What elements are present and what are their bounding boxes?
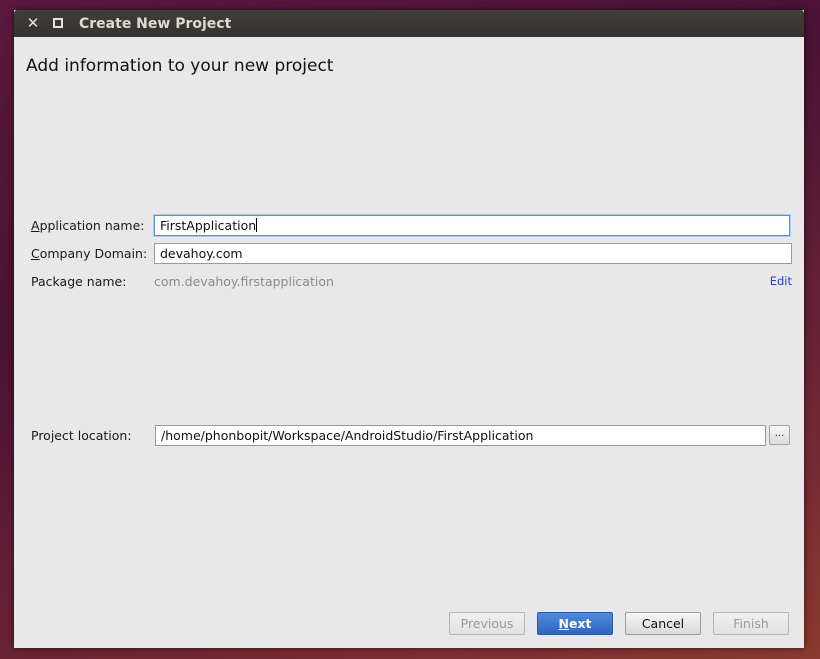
text-caret [256, 218, 258, 232]
package-name-label: Package name: [31, 274, 127, 289]
create-project-dialog: ✕ Create New Project Add information to … [14, 10, 804, 648]
next-button-text: ext [568, 616, 592, 631]
package-name-value: com.devahoy.firstapplication [154, 274, 334, 289]
company-domain-label: Company Domain: [31, 246, 147, 262]
company-domain-input[interactable]: devahoy.com [154, 243, 792, 264]
next-button-mnemonic: N [558, 616, 569, 631]
company-domain-label-text: ompany Domain: [39, 246, 148, 261]
project-location-value: /home/phonbopit/Workspace/AndroidStudio/… [161, 428, 534, 443]
next-button[interactable]: Next [537, 612, 613, 635]
company-domain-label-mnemonic: C [31, 246, 40, 261]
close-icon[interactable]: ✕ [26, 14, 40, 32]
project-location-input[interactable]: /home/phonbopit/Workspace/AndroidStudio/… [155, 425, 766, 446]
title-bar[interactable]: ✕ Create New Project [14, 10, 804, 37]
maximize-icon[interactable] [53, 18, 63, 28]
application-name-label: Application name: [31, 218, 145, 234]
previous-button[interactable]: Previous [449, 612, 525, 635]
application-name-value: FirstApplication [160, 218, 257, 233]
window-title: Create New Project [79, 16, 232, 32]
application-name-label-text: pplication name: [39, 218, 145, 233]
company-domain-value: devahoy.com [160, 246, 243, 261]
edit-package-link[interactable]: Edit [770, 273, 792, 289]
application-name-input[interactable]: FirstApplication [154, 215, 790, 236]
page-heading: Add information to your new project [26, 56, 334, 76]
finish-button[interactable]: Finish [713, 612, 789, 635]
application-name-label-mnemonic: A [31, 218, 40, 233]
project-location-label: Project location: [31, 428, 132, 443]
cancel-button[interactable]: Cancel [625, 612, 701, 635]
browse-location-button[interactable]: ... [769, 425, 790, 445]
